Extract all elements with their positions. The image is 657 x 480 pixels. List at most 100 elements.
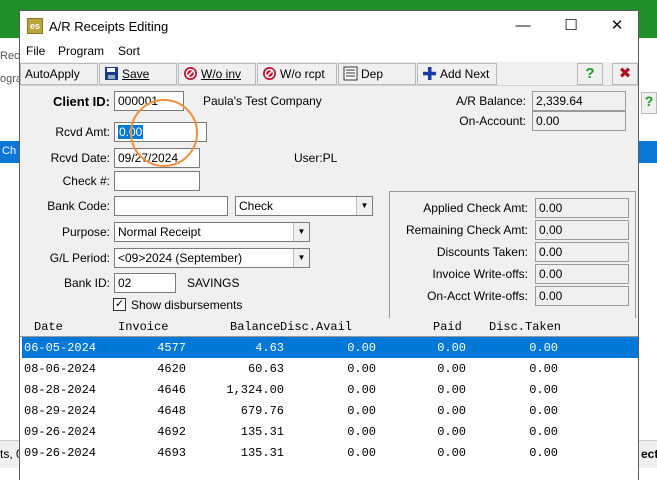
ar-receipts-window: es A/R Receipts Editing — ☐ ✕ File Progr…	[19, 10, 639, 480]
onacct-writeoffs-label: On-Acct Write-offs:	[427, 289, 528, 303]
purpose-label: Purpose:	[61, 225, 110, 239]
floppy-disk-icon	[104, 66, 119, 81]
calculator-icon	[343, 66, 358, 81]
bg-fragment: ecti	[641, 447, 657, 461]
cell-balance: 679.76	[240, 404, 284, 418]
gl-period-label: G/L Period:	[49, 251, 110, 265]
window-title: A/R Receipts Editing	[49, 19, 169, 34]
cell-date: 09-26-2024	[24, 446, 97, 460]
ar-balance-field: 2,339.64	[532, 91, 626, 111]
chevron-down-icon: ▼	[293, 223, 309, 241]
cell-disc-taken: 0.00	[529, 425, 558, 439]
menu-bar: File Program Sort	[20, 42, 638, 62]
bg-fragment: Rec	[0, 50, 20, 62]
help-icon: ?	[585, 65, 595, 82]
column-header-disc-avail[interactable]: Disc.Avail	[280, 320, 352, 334]
client-name: Paula's Test Company	[203, 94, 322, 108]
deposit-button[interactable]: Dep	[338, 63, 416, 85]
client-id-label: Client ID:	[52, 94, 110, 109]
column-header-paid[interactable]: Paid	[433, 320, 462, 334]
cell-disc-avail: 0.00	[347, 404, 376, 418]
rcvd-date-field[interactable]: 09/27/2024	[114, 148, 200, 168]
bg-fragment: Ch	[2, 145, 17, 157]
cell-disc-taken: 0.00	[529, 362, 558, 376]
cell-disc-taken: 0.00	[529, 383, 558, 397]
show-disbursements-label: Show disbursements	[131, 298, 243, 312]
user-label: User:PL	[294, 151, 338, 165]
column-header-date[interactable]: Date	[34, 320, 63, 334]
menu-program[interactable]: Program	[58, 44, 104, 58]
client-id-field[interactable]: 000001	[114, 91, 184, 111]
cell-disc-taken: 0.00	[529, 341, 558, 355]
bank-code-field[interactable]	[114, 196, 228, 216]
discounts-taken-label: Discounts Taken:	[436, 245, 528, 259]
column-header-invoice[interactable]: Invoice	[118, 320, 168, 334]
cell-paid: 0.00	[437, 383, 466, 397]
toolbar: AutoApply Save W/o inv W/o rcpt Dep Add	[20, 62, 638, 86]
cell-date: 09-26-2024	[24, 425, 97, 439]
cell-invoice: 4620	[157, 362, 186, 376]
applied-check-field: 0.00	[535, 198, 629, 218]
exit-button[interactable]: ✖	[612, 63, 638, 85]
cell-date: 08-29-2024	[24, 404, 97, 418]
maximize-button[interactable]: ☐	[556, 15, 586, 37]
gl-period-select[interactable]: <09>2024 (September) ▼	[114, 248, 310, 268]
payment-type-select[interactable]: Check ▼	[235, 196, 373, 216]
minimize-button[interactable]: —	[508, 15, 538, 37]
help-button[interactable]: ?	[577, 63, 603, 85]
cell-paid: 0.00	[437, 404, 466, 418]
cell-balance: 1,324.00	[226, 383, 284, 397]
on-account-label: On-Account:	[459, 114, 526, 128]
rcvd-date-label: Rcvd Date:	[50, 151, 110, 165]
table-row[interactable]: 09-26-2024 4692 135.31 0.00 0.00 0.00	[22, 421, 638, 442]
cell-disc-avail: 0.00	[347, 341, 376, 355]
bank-id-field[interactable]: 02	[114, 273, 176, 293]
save-button[interactable]: Save	[99, 63, 177, 85]
chevron-down-icon: ▼	[293, 249, 309, 267]
menu-file[interactable]: File	[26, 44, 45, 58]
applied-check-label: Applied Check Amt:	[423, 201, 528, 215]
close-button[interactable]: ✕	[602, 15, 632, 37]
cell-date: 08-28-2024	[24, 383, 97, 397]
bg-help-button: ?	[641, 92, 657, 114]
table-row[interactable]: 08-06-2024 4620 60.63 0.00 0.00 0.00	[22, 358, 638, 379]
bank-name: SAVINGS	[187, 276, 240, 290]
rcvd-amt-value: 0.00	[118, 125, 144, 139]
show-disbursements-checkbox[interactable]: ✓	[113, 298, 126, 311]
bank-code-label: Bank Code:	[47, 199, 110, 213]
table-row[interactable]: 08-28-2024 4646 1,324.00 0.00 0.00 0.00	[22, 379, 638, 400]
no-entry-icon	[183, 66, 198, 81]
check-number-field[interactable]	[114, 171, 200, 191]
gl-period-value: <09>2024 (September)	[118, 251, 243, 265]
cell-invoice: 4692	[157, 425, 186, 439]
cell-disc-avail: 0.00	[347, 383, 376, 397]
wo-inv-label: W/o inv	[201, 67, 242, 81]
rcvd-amt-field[interactable]: 0.00	[114, 122, 207, 142]
cell-balance: 135.31	[240, 425, 284, 439]
invoice-writeoffs-field: 0.00	[535, 264, 629, 284]
menu-sort[interactable]: Sort	[118, 44, 140, 58]
cell-date: 06-05-2024	[24, 341, 97, 355]
column-header-balance[interactable]: Balance	[230, 320, 280, 334]
table-row[interactable]: 09-26-2024 4693 135.31 0.00 0.00 0.00	[22, 442, 638, 463]
purpose-select[interactable]: Normal Receipt ▼	[114, 222, 310, 242]
add-next-button[interactable]: Add Next	[417, 63, 497, 85]
title-bar: es A/R Receipts Editing — ☐ ✕	[20, 11, 638, 42]
cell-paid: 0.00	[437, 341, 466, 355]
save-label: Save	[122, 67, 150, 81]
cell-disc-taken: 0.00	[529, 446, 558, 460]
column-header-disc-taken[interactable]: Disc.Taken	[489, 320, 561, 334]
autoapply-button[interactable]: AutoApply	[20, 63, 98, 85]
chevron-down-icon: ▼	[356, 197, 372, 215]
write-off-invoice-button[interactable]: W/o inv	[178, 63, 256, 85]
cell-invoice: 4693	[157, 446, 186, 460]
cell-disc-avail: 0.00	[347, 362, 376, 376]
cell-invoice: 4646	[157, 383, 186, 397]
write-off-receipt-button[interactable]: W/o rcpt	[257, 63, 337, 85]
remaining-check-label: Remaining Check Amt:	[405, 223, 528, 237]
table-row[interactable]: 08-29-2024 4648 679.76 0.00 0.00 0.00	[22, 400, 638, 421]
table-row[interactable]: 06-05-2024 4577 4.63 0.00 0.00 0.00	[22, 337, 638, 358]
cell-date: 08-06-2024	[24, 362, 97, 376]
invoice-grid: 06-05-2024 4577 4.63 0.00 0.00 0.00 08-06-2024…	[20, 336, 638, 480]
cell-disc-avail: 0.00	[347, 446, 376, 460]
